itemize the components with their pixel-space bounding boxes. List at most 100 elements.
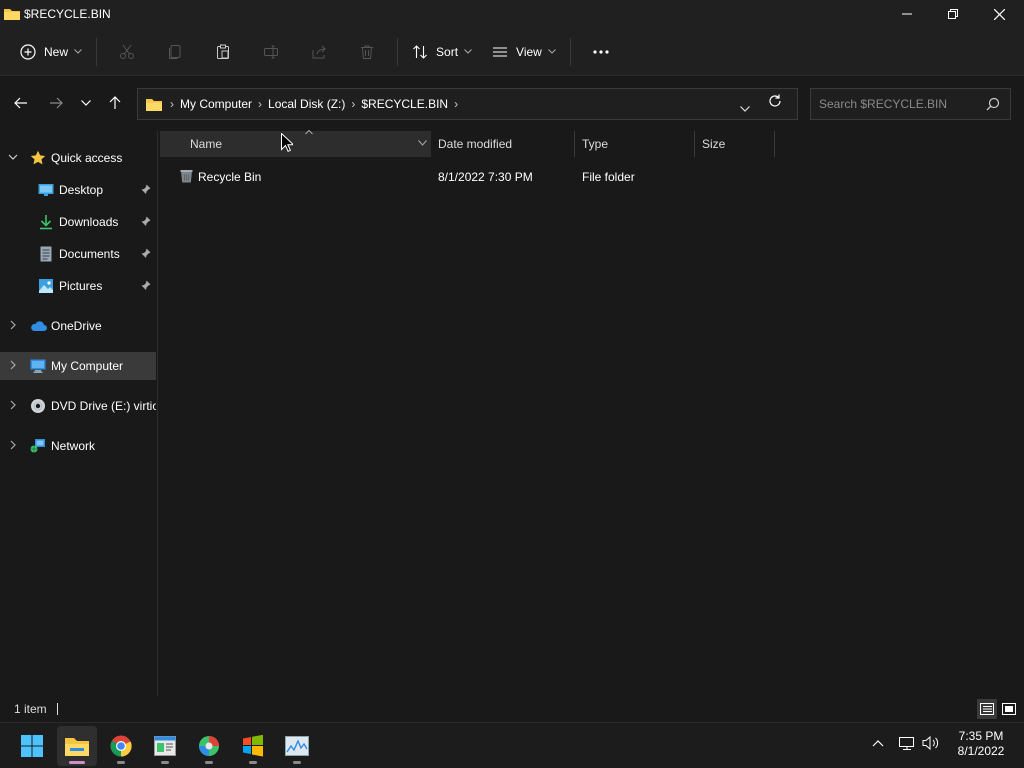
breadcrumb-chevron-icon: › xyxy=(258,97,263,111)
title-bar: $RECYCLE.BIN xyxy=(0,0,1024,28)
running-indicator xyxy=(161,761,169,764)
restore-button[interactable] xyxy=(930,0,976,28)
running-indicator xyxy=(249,761,257,764)
large-icons-view-icon xyxy=(1002,703,1016,715)
view-button[interactable]: View xyxy=(484,36,564,68)
recent-locations-button[interactable] xyxy=(74,91,98,115)
forward-button[interactable] xyxy=(44,91,68,115)
breadcrumb-chevron-icon: › xyxy=(170,97,174,111)
taskbar-file-explorer[interactable] xyxy=(57,726,97,766)
sidebar-item-label: Documents xyxy=(59,247,120,261)
taskbar-color-app[interactable] xyxy=(189,726,229,766)
plus-circle-icon xyxy=(20,43,36,60)
chevron-down-icon xyxy=(8,154,18,160)
network-status-button[interactable] xyxy=(898,735,916,754)
table-row[interactable]: Recycle Bin 8/1/2022 7:30 PM File folder xyxy=(160,164,776,188)
delete-button[interactable] xyxy=(343,36,391,68)
copy-button[interactable] xyxy=(151,36,199,68)
refresh-button[interactable] xyxy=(768,94,782,111)
up-button[interactable] xyxy=(103,91,127,115)
column-header-name[interactable]: Name xyxy=(160,129,431,157)
sidebar-item-quick-access[interactable]: Quick access xyxy=(0,144,156,172)
address-bar[interactable]: › My Computer › Local Disk (Z:) › $RECYC… xyxy=(137,88,798,120)
back-button[interactable] xyxy=(9,91,33,115)
minimize-icon xyxy=(902,13,912,15)
active-indicator xyxy=(69,761,85,764)
cut-button[interactable] xyxy=(103,36,151,68)
sort-button[interactable]: Sort xyxy=(404,36,480,68)
minimize-button[interactable] xyxy=(884,0,930,28)
network-status-icon xyxy=(899,737,914,750)
new-label: New xyxy=(44,44,69,59)
downloads-icon xyxy=(40,215,52,230)
chart-app-icon xyxy=(285,736,309,756)
column-header-label: Size xyxy=(702,137,726,151)
taskbar: 7:35 PM 8/1/2022 xyxy=(0,722,1024,768)
sidebar-item-label: OneDrive xyxy=(51,319,102,333)
volume-button[interactable] xyxy=(922,735,940,754)
taskbar-chart-app[interactable] xyxy=(277,726,317,766)
color-app-icon xyxy=(199,736,219,756)
more-options-button[interactable] xyxy=(577,36,625,68)
sidebar-item-onedrive[interactable]: OneDrive xyxy=(0,312,156,340)
start-button[interactable] xyxy=(12,726,52,766)
windows-logo-icon xyxy=(243,735,263,757)
breadcrumb-my-computer[interactable]: My Computer xyxy=(180,97,252,111)
chevron-down-icon[interactable] xyxy=(418,140,427,146)
sidebar-item-my-computer[interactable]: My Computer xyxy=(0,352,156,380)
sort-icon xyxy=(413,44,427,59)
mouse-cursor-icon xyxy=(281,133,293,152)
sidebar-item-network[interactable]: Network xyxy=(0,432,156,460)
status-divider xyxy=(56,703,58,715)
sidebar-item-label: Downloads xyxy=(59,215,119,229)
details-view-icon xyxy=(980,703,994,715)
breadcrumb-recycle-bin[interactable]: $RECYCLE.BIN xyxy=(361,97,448,111)
close-button[interactable] xyxy=(976,0,1022,28)
show-hidden-icons-button[interactable] xyxy=(872,735,884,754)
details-view-toggle[interactable] xyxy=(977,699,997,719)
view-label: View xyxy=(516,44,542,59)
sidebar-item-documents[interactable]: Documents xyxy=(0,240,156,268)
computer-icon xyxy=(30,359,46,373)
volume-icon xyxy=(922,735,939,751)
sidebar-item-pictures[interactable]: Pictures xyxy=(0,272,156,300)
taskbar-windows-app[interactable] xyxy=(233,726,273,766)
pin-icon xyxy=(141,216,151,226)
separator xyxy=(96,37,98,66)
sidebar-item-dvd-drive[interactable]: DVD Drive (E:) virtio- xyxy=(0,392,156,420)
taskbar-app[interactable] xyxy=(145,726,185,766)
column-header-size[interactable]: Size xyxy=(695,131,775,157)
search-icon xyxy=(986,97,1000,111)
status-bar: 1 item xyxy=(0,696,1024,722)
separator xyxy=(569,37,571,66)
large-icons-view-toggle[interactable] xyxy=(999,699,1019,719)
paste-button[interactable] xyxy=(199,36,247,68)
arrow-up-icon xyxy=(109,96,121,109)
sidebar-item-label: Quick access xyxy=(51,151,123,165)
new-button[interactable]: New xyxy=(12,36,90,68)
search-box[interactable] xyxy=(810,88,1011,120)
address-history-dropdown[interactable] xyxy=(740,101,750,115)
clock-date: 8/1/2022 xyxy=(957,744,1005,758)
breadcrumb-local-disk[interactable]: Local Disk (Z:) xyxy=(268,97,345,111)
taskbar-chrome[interactable] xyxy=(101,726,141,766)
taskbar-clock[interactable]: 7:35 PM 8/1/2022 xyxy=(948,729,1014,759)
rename-button[interactable] xyxy=(247,36,295,68)
sidebar-item-label: Network xyxy=(51,439,96,453)
sidebar-item-downloads[interactable]: Downloads xyxy=(0,208,156,236)
copy-icon xyxy=(169,44,181,59)
arrow-left-icon xyxy=(14,97,27,109)
search-input[interactable] xyxy=(811,89,981,119)
pin-icon xyxy=(141,280,151,290)
column-header-date-modified[interactable]: Date modified xyxy=(431,131,575,157)
sort-ascending-icon xyxy=(305,129,313,135)
restore-icon xyxy=(948,9,958,19)
view-list-icon xyxy=(493,46,508,57)
share-button[interactable] xyxy=(295,36,343,68)
cut-icon xyxy=(120,44,135,59)
sidebar-item-desktop[interactable]: Desktop xyxy=(0,176,156,204)
column-header-type[interactable]: Type xyxy=(575,131,695,157)
chevron-right-icon xyxy=(10,440,16,450)
item-count: 1 item xyxy=(14,702,47,716)
navigation-pane: Quick access Desktop Downloads Documents… xyxy=(0,131,158,696)
